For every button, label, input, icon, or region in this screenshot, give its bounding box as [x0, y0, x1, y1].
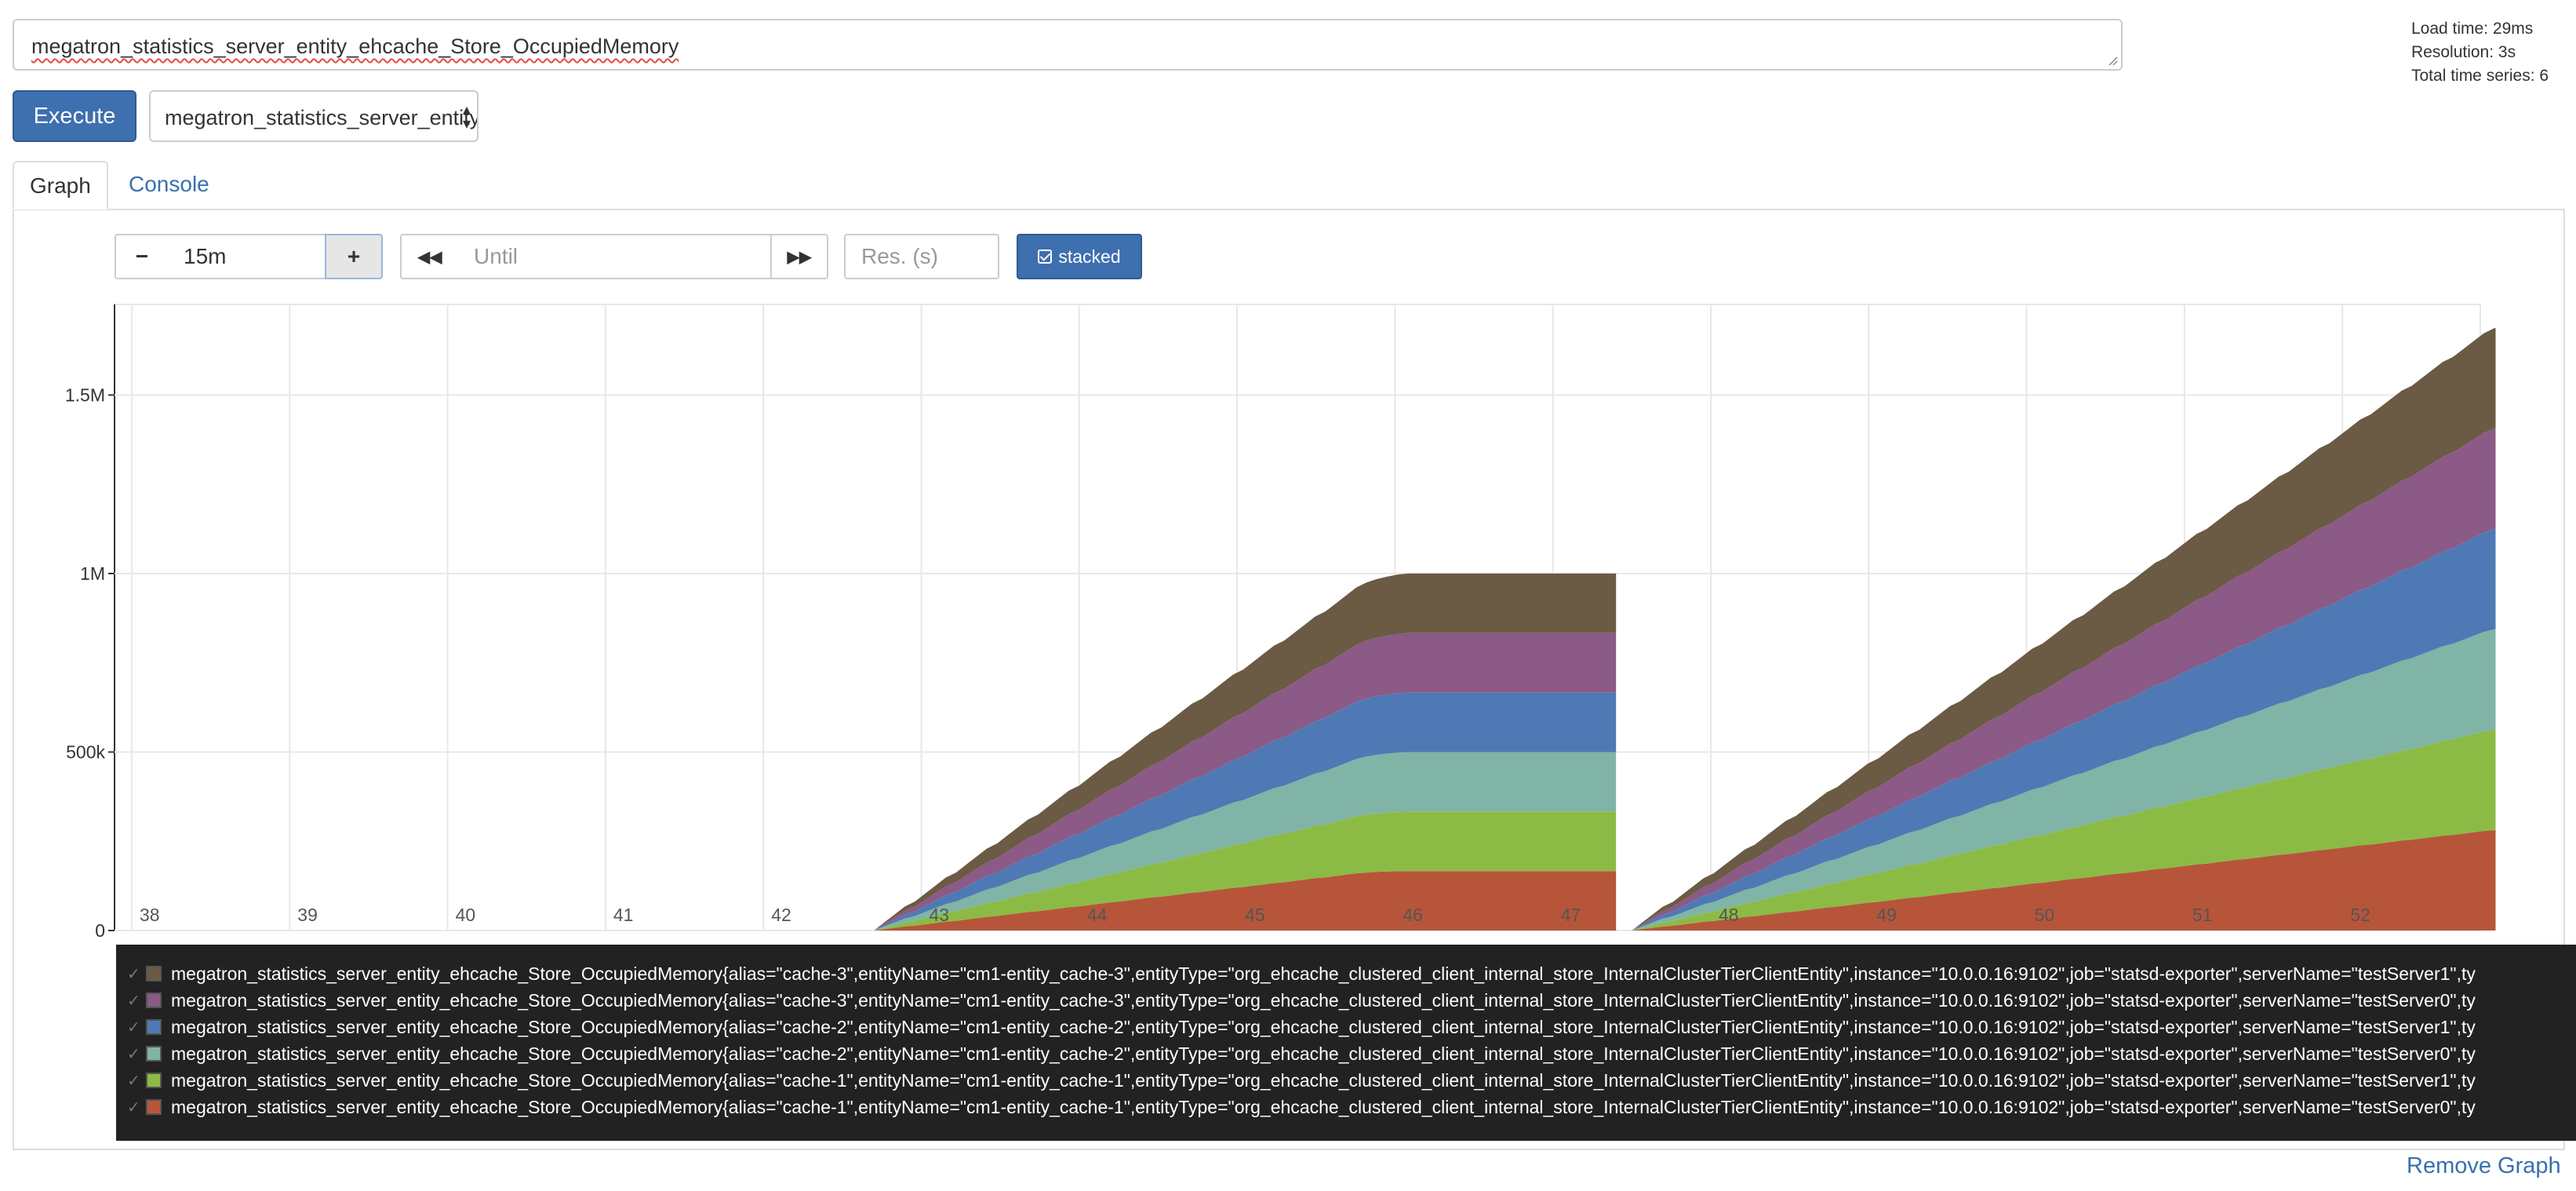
- x-tick-label: 42: [771, 905, 791, 925]
- legend-item[interactable]: ✓ megatron_statistics_server_entity_ehcac…: [116, 1094, 2576, 1120]
- x-tick-label: 40: [456, 905, 476, 925]
- x-tick-label: 41: [613, 905, 634, 925]
- legend-check-icon: ✓: [127, 1045, 140, 1063]
- legend-check-icon: ✓: [127, 992, 140, 1010]
- legend-check-icon: ✓: [127, 965, 140, 983]
- legend-swatch: [146, 992, 162, 1008]
- legend-swatch: [146, 1099, 162, 1115]
- legend-check-icon: ✓: [127, 1072, 140, 1090]
- legend-swatch: [146, 1046, 162, 1062]
- x-tick-label: 49: [1876, 905, 1897, 925]
- legend-label: megatron_statistics_server_entity_ehcach…: [171, 989, 2476, 1011]
- legend-item[interactable]: ✓ megatron_statistics_server_entity_ehcac…: [116, 960, 2576, 987]
- graph-legend: ✓ megatron_statistics_server_entity_ehcac…: [116, 945, 2576, 1141]
- legend-check-icon: ✓: [127, 1098, 140, 1116]
- y-tick-label: 1.5M: [65, 385, 105, 406]
- x-tick-label: 52: [2350, 905, 2370, 925]
- y-tick-label: 1M: [80, 563, 105, 584]
- x-tick-label: 38: [140, 905, 160, 925]
- legend-label: megatron_statistics_server_entity_ehcach…: [171, 1043, 2476, 1064]
- x-tick-label: 50: [2035, 905, 2055, 925]
- y-tick-label: 0: [95, 920, 105, 941]
- legend-swatch: [146, 966, 162, 982]
- legend-label: megatron_statistics_server_entity_ehcach…: [171, 963, 2476, 984]
- tab-graph[interactable]: Graph: [13, 161, 108, 209]
- y-tick-label: 500k: [66, 742, 105, 763]
- x-tick-label: 51: [2192, 905, 2213, 925]
- legend-item[interactable]: ✓ megatron_statistics_server_entity_ehcac…: [116, 987, 2576, 1014]
- legend-label: megatron_statistics_server_entity_ehcach…: [171, 1069, 2476, 1091]
- legend-item[interactable]: ✓ megatron_statistics_server_entity_ehcac…: [116, 1067, 2576, 1094]
- legend-item[interactable]: ✓ megatron_statistics_server_entity_ehcac…: [116, 1040, 2576, 1067]
- graph-chart: 0 500k 1M 1.5M 38 39 40 41 42 43 44 45 46 47 48 49 50 51 5…: [65, 304, 2496, 941]
- legend-swatch: [146, 1073, 162, 1088]
- x-tick-label: 47: [1561, 905, 1581, 925]
- x-tick-label: 44: [1087, 905, 1108, 925]
- x-tick-label: 46: [1403, 905, 1423, 925]
- legend-label: megatron_statistics_server_entity_ehcach…: [171, 1016, 2476, 1037]
- x-tick-label: 39: [297, 905, 318, 925]
- remove-graph-link[interactable]: Remove Graph: [2407, 1153, 2561, 1179]
- x-tick-label: 45: [1245, 905, 1265, 925]
- legend-check-icon: ✓: [127, 1018, 140, 1036]
- x-tick-label: 48: [1719, 905, 1739, 925]
- legend-item[interactable]: ✓ megatron_statistics_server_entity_ehcac…: [116, 1014, 2576, 1040]
- legend-label: megatron_statistics_server_entity_ehcach…: [171, 1096, 2476, 1117]
- legend-swatch: [146, 1019, 162, 1035]
- x-tick-label: 43: [930, 905, 950, 925]
